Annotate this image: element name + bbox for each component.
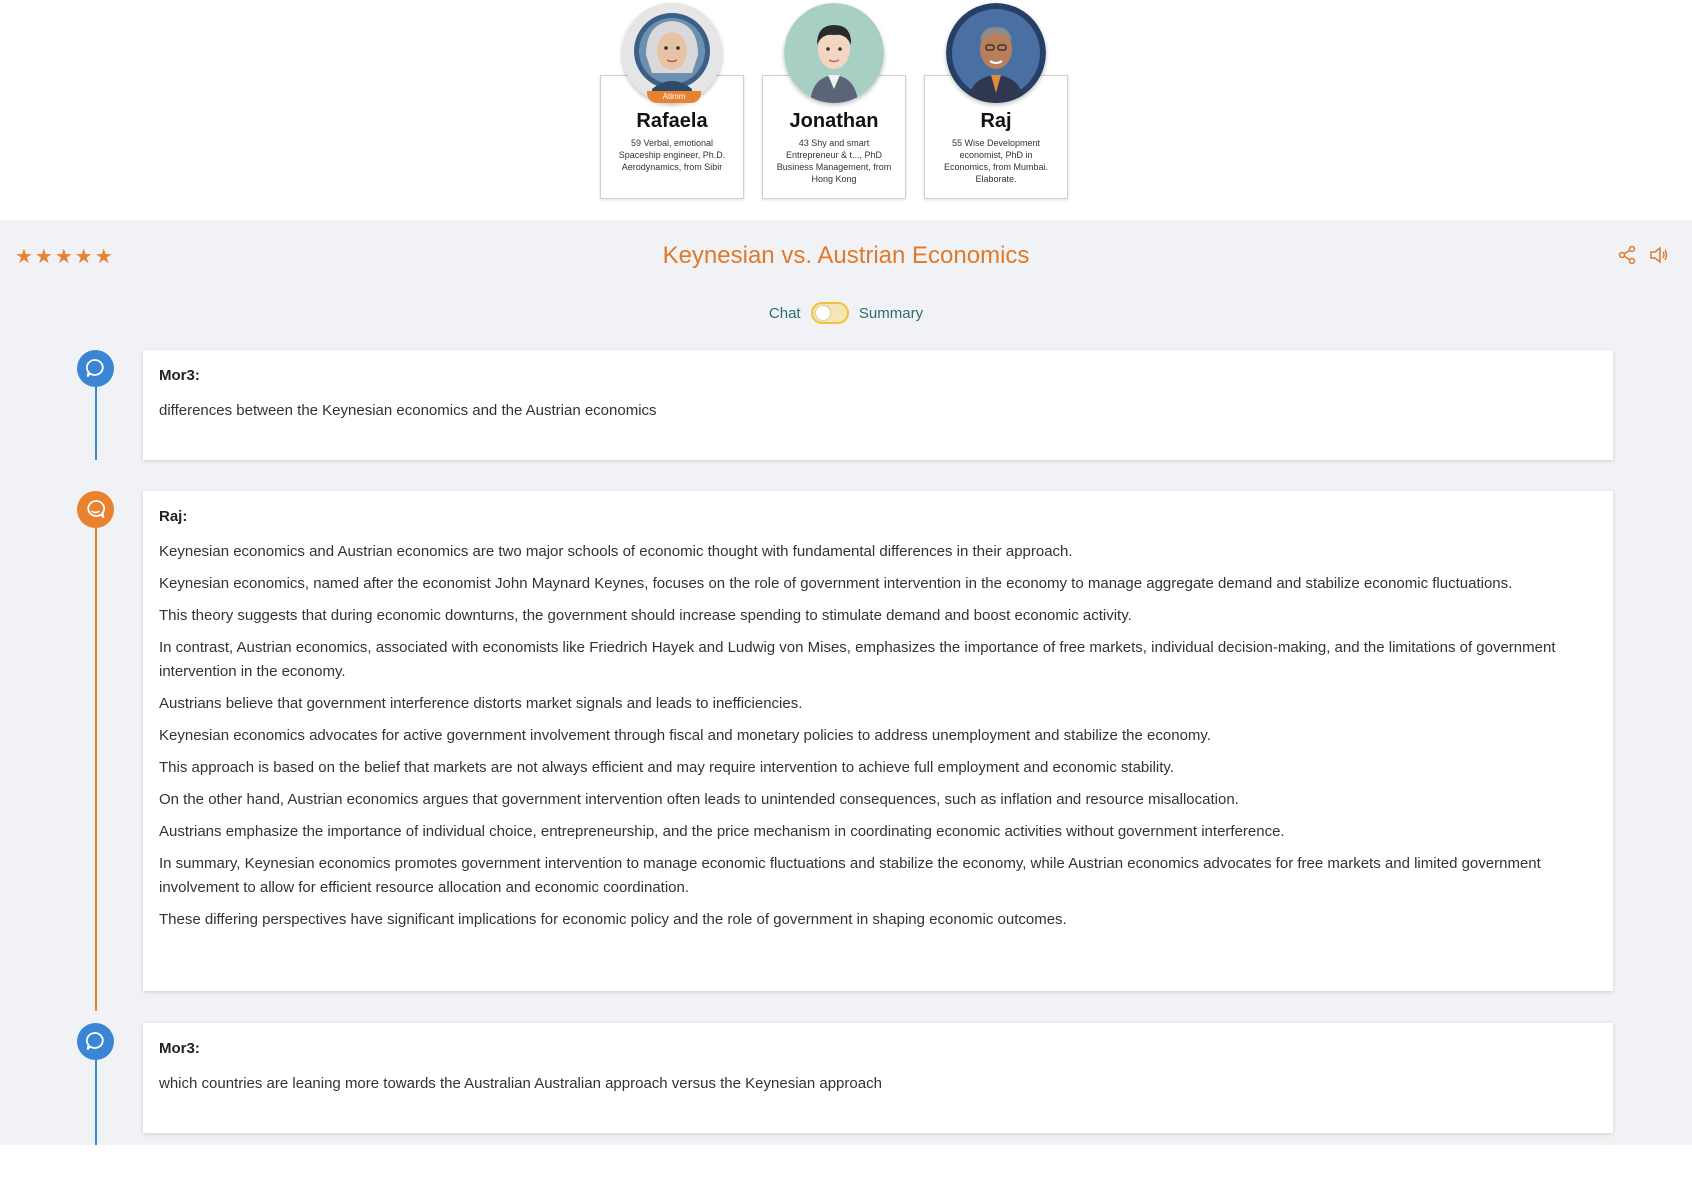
chat-panel: ★★★★★ Keynesian vs. Austrian Economics C… [0,220,1692,1153]
chat-summary-switch[interactable] [810,302,849,324]
message-text: Keynesian economics advocates for active… [159,727,1211,744]
persona-name: Jonathan [789,110,879,132]
toggle-label-chat[interactable]: Chat [769,305,801,322]
message-text: which countries are leaning more towards… [159,1075,882,1092]
message-text: Keynesian economics and Austrian economi… [159,543,1073,560]
chat-bubble-icon [77,491,114,528]
chat-bubble-icon [77,1023,114,1060]
message-text: Keynesian economics, named after the eco… [159,575,1513,592]
persona-card-jonathan[interactable]: Jonathan 43 Shy and smart Entrepreneur &… [762,0,906,200]
message-text: differences between the Keynesian econom… [159,402,657,419]
message-text: These differing perspectives have signif… [159,911,1067,928]
message-text: On the other hand, Austrian economics ar… [159,791,1239,808]
share-icon[interactable] [1616,244,1638,266]
message-card: Mor3: differences between the Keynesian … [143,350,1613,460]
persona-card-rafaela[interactable]: Atimm Rafaela 59 Verbal, emotional Space… [600,0,744,200]
persona-badge: Atimm [647,91,701,103]
timeline-line [95,511,97,1011]
message-text: This approach is based on the belief tha… [159,759,1174,776]
message-text: In summary, Keynesian economics promotes… [159,855,1541,896]
message-card: Mor3: which countries are leaning more t… [143,1023,1613,1133]
persona-description: 59 Verbal, emotional Spaceship engineer,… [618,138,726,172]
message-text: This theory suggests that during economi… [159,607,1132,624]
persona-description: 55 Wise Development economist, PhD in Ec… [943,138,1049,184]
view-toggle: Chat Summary [0,302,1692,324]
switch-knob [815,306,830,320]
message-author: Mor3: [159,1040,200,1057]
message-text: Austrians emphasize the importance of in… [159,823,1285,840]
toggle-label-summary[interactable]: Summary [859,305,923,322]
message-text: In contrast, Austrian economics, associa… [159,639,1556,680]
persona-name: Raj [980,110,1012,132]
message-card: Raj: Keynesian economics and Austrian ec… [143,491,1613,991]
man-portrait-icon [946,3,1046,103]
page-footer-space [0,1145,1692,1181]
persona-name: Rafaela [636,110,708,132]
message-author: Raj: [159,508,188,525]
message-text: Austrians believe that government interf… [159,695,803,712]
persona-description: 43 Shy and smart Entrepreneur & t..., Ph… [776,138,892,184]
woman-portrait-icon [622,3,722,103]
man-portrait-icon [784,3,884,103]
message-author: Mor3: [159,367,200,384]
chat-bubble-icon [77,350,114,387]
persona-card-raj[interactable]: Raj 55 Wise Development economist, PhD i… [924,0,1068,200]
persona-bar: Atimm Rafaela 59 Verbal, emotional Space… [0,0,1692,220]
speaker-icon[interactable] [1648,244,1670,266]
page-title: Keynesian vs. Austrian Economics [662,242,1030,269]
